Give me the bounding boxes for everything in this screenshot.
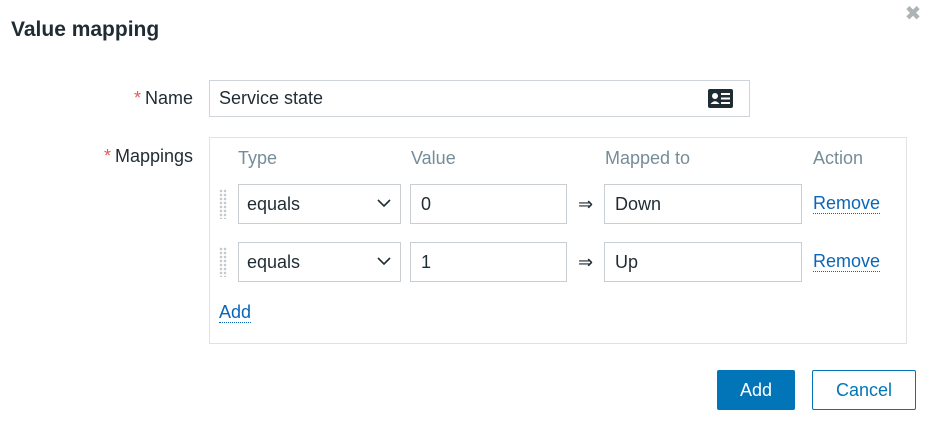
column-header-type: Type xyxy=(238,148,278,168)
name-field xyxy=(209,80,750,117)
type-select-value: equals xyxy=(247,194,301,214)
maps-to-arrow-icon: ⇒ xyxy=(578,194,594,214)
type-select[interactable]: equals xyxy=(238,242,401,282)
maps-to-arrow-icon: ⇒ xyxy=(578,252,594,272)
chevron-down-icon xyxy=(377,199,391,208)
value-input[interactable]: 0 xyxy=(410,184,567,224)
add-button[interactable]: Add xyxy=(717,370,795,410)
mappings-table xyxy=(209,137,907,344)
mappings-label-text: Mappings xyxy=(114,146,193,166)
type-select[interactable]: equals xyxy=(238,184,401,224)
value-input[interactable]: 1 xyxy=(410,242,567,282)
mapped-to-input-text: Down xyxy=(615,194,662,214)
value-input-text: 0 xyxy=(421,194,432,214)
mapped-to-input[interactable]: Up xyxy=(604,242,802,282)
column-header-action: Action xyxy=(813,148,864,168)
remove-link[interactable]: Remove xyxy=(813,251,881,272)
cancel-button[interactable]: Cancel xyxy=(812,370,916,410)
name-input[interactable] xyxy=(219,81,689,116)
chevron-down-icon xyxy=(377,257,391,266)
name-label: * Name xyxy=(134,88,193,109)
drag-handle-icon[interactable] xyxy=(219,247,227,277)
dialog-title: Value mapping xyxy=(11,18,160,41)
value-mapping-dialog: Value mapping ✖ *Name *Mappings Type Val… xyxy=(0,0,928,423)
required-mark: * xyxy=(103,146,111,166)
mappings-label: * Mappings xyxy=(104,146,193,167)
mapped-to-input-text: Up xyxy=(615,252,639,272)
name-label-text: Name xyxy=(144,88,193,108)
remove-link[interactable]: Remove xyxy=(813,193,881,214)
drag-handle-icon[interactable] xyxy=(219,189,227,219)
add-mapping-link[interactable]: Add xyxy=(219,302,252,323)
mapped-to-input[interactable]: Down xyxy=(604,184,802,224)
value-input-text: 1 xyxy=(421,252,432,272)
id-card-icon[interactable] xyxy=(707,88,734,109)
column-header-value: Value xyxy=(411,148,456,168)
required-mark: * xyxy=(133,88,141,108)
close-icon[interactable]: ✖ xyxy=(903,4,923,24)
column-header-mapped-to: Mapped to xyxy=(605,148,691,168)
type-select-value: equals xyxy=(247,252,301,272)
